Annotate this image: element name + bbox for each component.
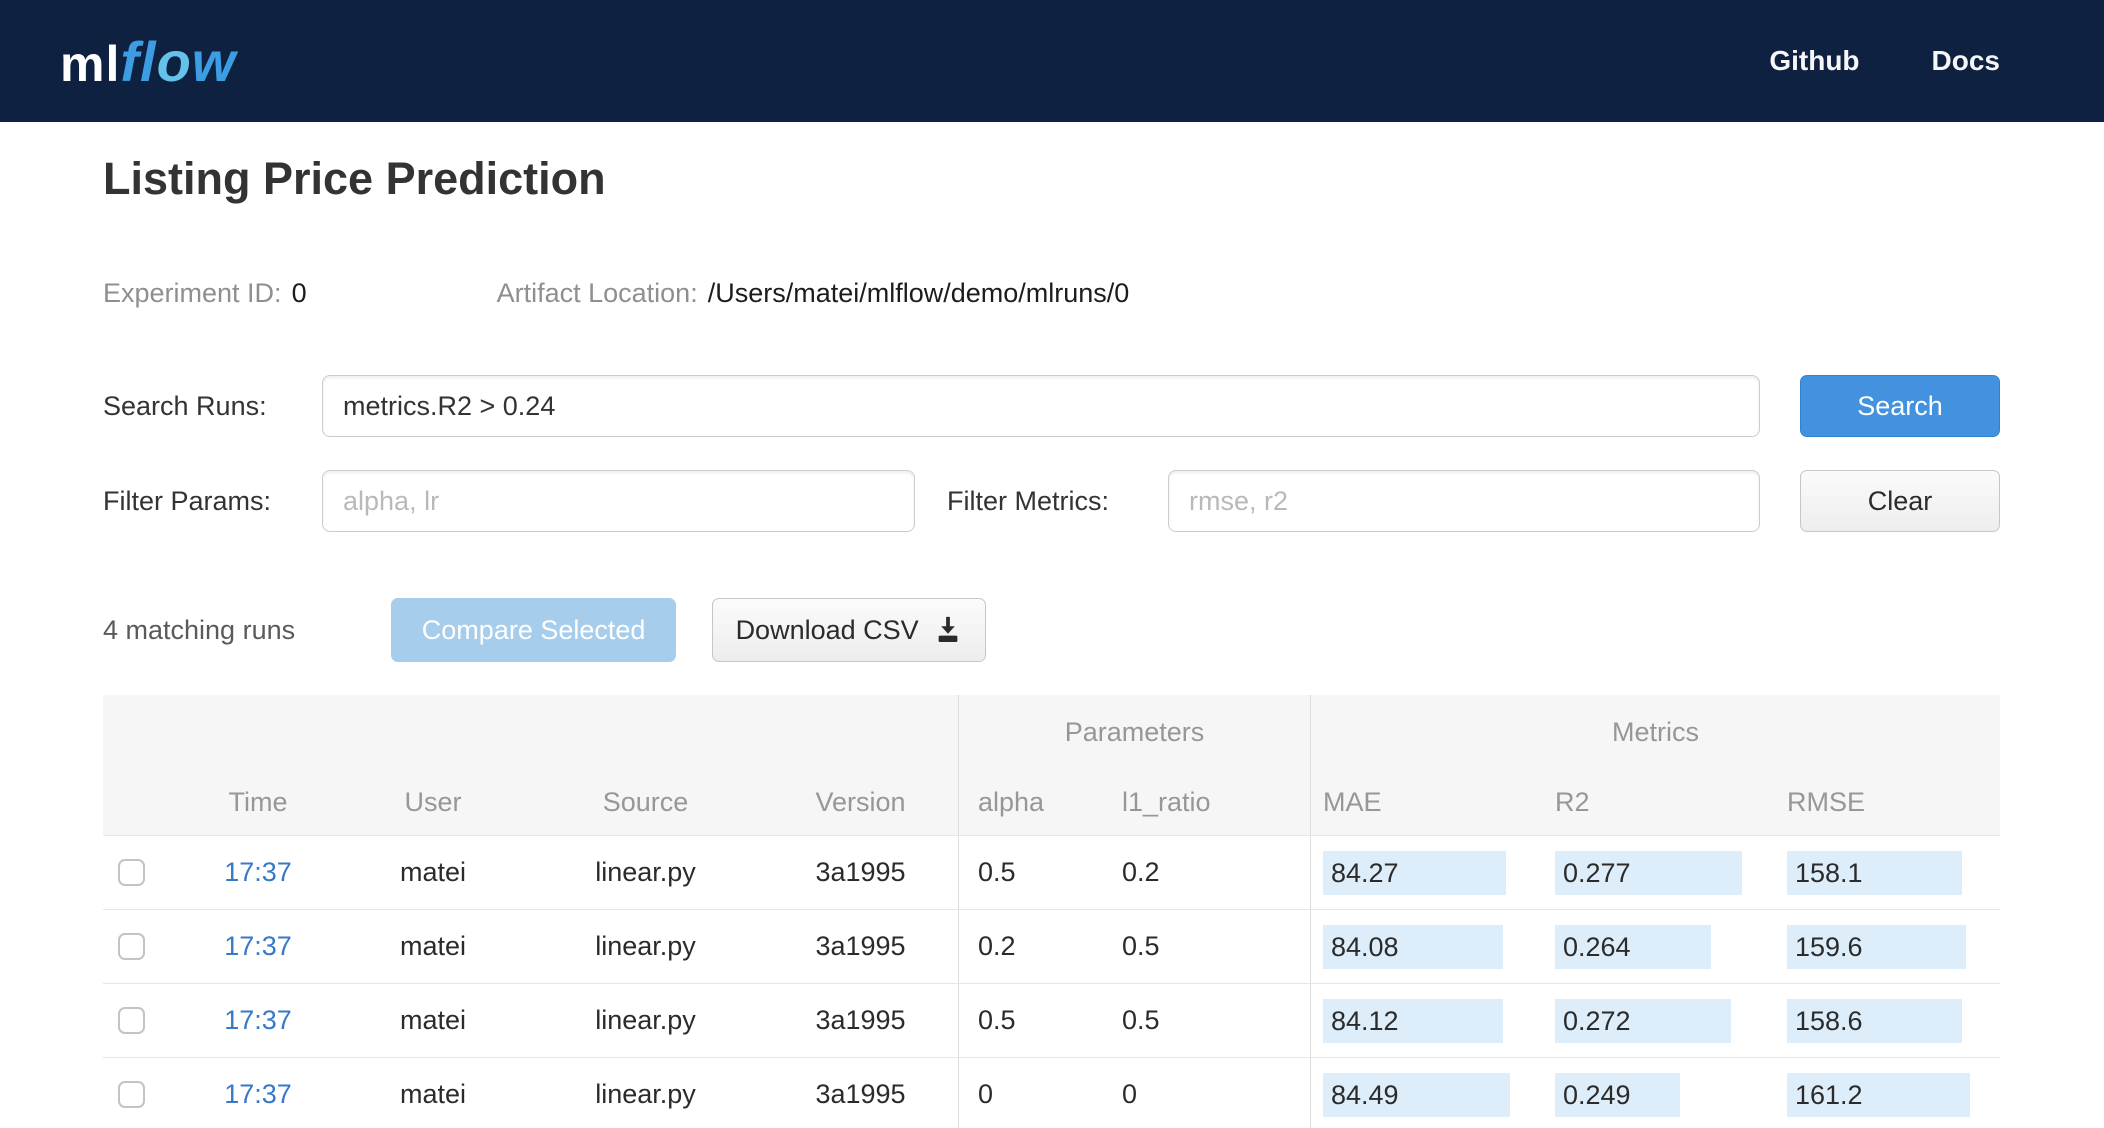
run-metric-rmse: 161.2 — [1787, 1072, 1971, 1117]
run-param-alpha: 0.5 — [958, 836, 1103, 909]
mlflow-logo[interactable]: ml flow — [60, 29, 236, 94]
table-row: 17:37 matei linear.py 3a1995 0.5 0.5 84.… — [103, 983, 2000, 1057]
main-content: Listing Price Prediction Experiment ID: … — [0, 122, 2104, 1128]
table-row: 17:37 matei linear.py 3a1995 0.2 0.5 84.… — [103, 909, 2000, 983]
run-user: matei — [399, 1079, 467, 1109]
download-csv-button[interactable]: Download CSV — [712, 598, 987, 662]
nav-links: Github Docs — [1769, 45, 2000, 77]
run-time-link[interactable]: 17:37 — [224, 931, 292, 962]
col-header-time: Time — [228, 787, 288, 817]
col-header-user: User — [404, 787, 462, 817]
table-header: Parameters Metrics Time User Source Vers… — [103, 695, 2000, 835]
clear-button[interactable]: Clear — [1800, 470, 2000, 532]
run-metric-rmse: 158.6 — [1787, 998, 1962, 1043]
run-time-link[interactable]: 17:37 — [224, 1079, 292, 1110]
download-csv-label: Download CSV — [735, 614, 919, 645]
run-source: linear.py — [595, 1005, 696, 1035]
experiment-id-label: Experiment ID: — [103, 278, 282, 308]
run-time-link[interactable]: 17:37 — [224, 1005, 292, 1036]
runs-table: Parameters Metrics Time User Source Vers… — [103, 695, 2000, 1128]
filter-row: Filter Params: Filter Metrics: Clear — [103, 470, 2000, 532]
run-metric-mae: 84.12 — [1323, 998, 1504, 1043]
run-version: 3a1995 — [815, 857, 906, 887]
actions-row: 4 matching runs Compare Selected Downloa… — [103, 598, 2000, 662]
row-checkbox[interactable] — [118, 1081, 145, 1108]
logo-flow-fl: fl — [120, 29, 157, 93]
table-row: 17:37 matei linear.py 3a1995 0 0 84.49 0… — [103, 1057, 2000, 1128]
row-checkbox[interactable] — [118, 859, 145, 886]
logo-ml: ml — [60, 35, 121, 92]
row-checkbox[interactable] — [118, 1007, 145, 1034]
run-param-l1-ratio: 0.2 — [1122, 857, 1160, 887]
compare-selected-button[interactable]: Compare Selected — [391, 598, 677, 662]
search-runs-label: Search Runs: — [103, 390, 267, 421]
run-metric-rmse: 158.1 — [1787, 850, 1962, 895]
run-metric-r2: 0.272 — [1555, 998, 1731, 1043]
run-version: 3a1995 — [815, 1079, 906, 1109]
run-metric-rmse: 159.6 — [1787, 924, 1966, 969]
run-time-link[interactable]: 17:37 — [224, 857, 292, 888]
run-user: matei — [399, 931, 467, 961]
download-icon — [933, 615, 963, 645]
col-header-l1-ratio: l1_ratio — [1122, 787, 1211, 817]
col-header-alpha: alpha — [958, 770, 1103, 835]
group-header-parameters: Parameters — [958, 695, 1310, 770]
col-header-version: Version — [815, 787, 906, 817]
row-checkbox[interactable] — [118, 933, 145, 960]
experiment-meta: Experiment ID: 0 Artifact Location: /Use… — [103, 278, 2000, 309]
col-header-source: Source — [602, 787, 689, 817]
col-header-rmse: RMSE — [1787, 787, 1866, 817]
run-param-l1-ratio: 0 — [1122, 1079, 1138, 1109]
run-metric-mae: 84.27 — [1323, 850, 1506, 895]
run-param-l1-ratio: 0.5 — [1122, 1005, 1160, 1035]
run-metric-mae: 84.49 — [1323, 1072, 1510, 1117]
run-metric-r2: 0.277 — [1555, 850, 1742, 895]
run-version: 3a1995 — [815, 1005, 906, 1035]
artifact-location-label: Artifact Location: — [496, 278, 698, 308]
group-header-metrics: Metrics — [1310, 695, 2000, 770]
run-user: matei — [399, 857, 467, 887]
nav-link-github[interactable]: Github — [1769, 45, 1859, 77]
page-title: Listing Price Prediction — [103, 153, 606, 204]
run-metric-r2: 0.249 — [1555, 1072, 1681, 1117]
run-param-l1-ratio: 0.5 — [1122, 931, 1160, 961]
table-row: 17:37 matei linear.py 3a1995 0.5 0.2 84.… — [103, 835, 2000, 909]
search-runs-input[interactable] — [322, 375, 1760, 437]
run-user: matei — [399, 1005, 467, 1035]
logo-flow-w: w — [191, 29, 237, 93]
experiment-id-value: 0 — [291, 278, 307, 308]
logo-flow-o: o — [156, 29, 192, 93]
search-row: Search Runs: Search — [103, 375, 2000, 437]
run-param-alpha: 0.2 — [958, 910, 1103, 983]
run-param-alpha: 0 — [958, 1058, 1103, 1128]
run-source: linear.py — [595, 857, 696, 887]
run-source: linear.py — [595, 931, 696, 961]
run-source: linear.py — [595, 1079, 696, 1109]
filter-params-label: Filter Params: — [103, 485, 272, 516]
col-header-mae: MAE — [1310, 770, 1543, 835]
run-param-alpha: 0.5 — [958, 984, 1103, 1057]
matching-runs-count: 4 matching runs — [103, 614, 296, 645]
run-version: 3a1995 — [815, 931, 906, 961]
run-metric-mae: 84.08 — [1323, 924, 1504, 969]
nav-link-docs[interactable]: Docs — [1932, 45, 2000, 77]
artifact-location-value: /Users/matei/mlflow/demo/mlruns/0 — [707, 278, 1130, 308]
filter-params-input[interactable] — [322, 470, 915, 532]
filter-metrics-input[interactable] — [1168, 470, 1760, 532]
search-button[interactable]: Search — [1800, 375, 2000, 437]
filter-metrics-label: Filter Metrics: — [947, 485, 1109, 516]
col-header-r2: R2 — [1555, 787, 1590, 817]
run-metric-r2: 0.264 — [1555, 924, 1712, 969]
navbar: ml flow Github Docs — [0, 0, 2104, 122]
